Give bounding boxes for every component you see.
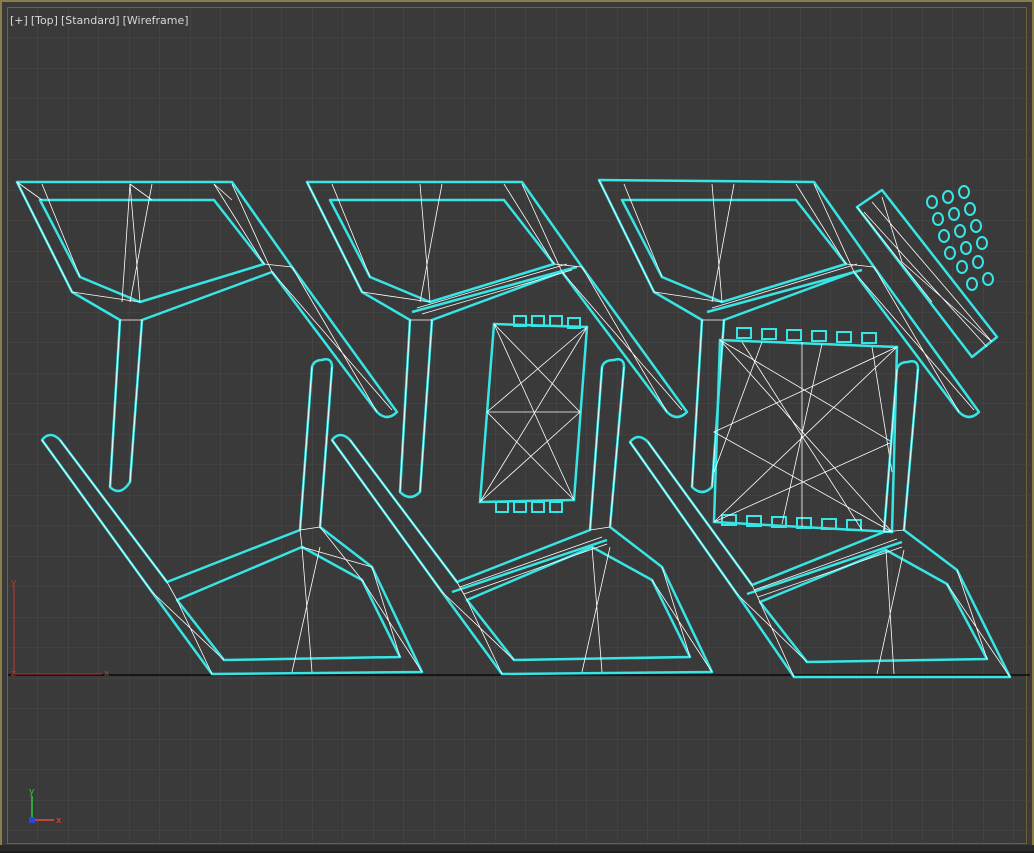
svg-text:x: x (56, 816, 62, 826)
viewport-grid (8, 8, 1030, 847)
grid-z-label: z (11, 669, 16, 679)
viewport-bottom-strip (0, 845, 1034, 851)
grid-y-label: y (11, 578, 17, 588)
viewport-display-mode-menu[interactable]: [Wireframe] (123, 14, 189, 27)
grid-x-label: x (104, 669, 110, 679)
viewport-plus-menu[interactable]: [+] (10, 14, 28, 27)
viewport-shading-menu[interactable]: [Standard] (61, 14, 120, 27)
viewport-label-menu: [+] [Top] [Standard] [Wireframe] (10, 14, 192, 27)
viewport-view-menu[interactable]: [Top] (31, 14, 58, 27)
svg-text:y: y (29, 787, 35, 797)
viewport-frame[interactable]: x y z y x [+] [Top] [Standard] [Wireframe] (0, 0, 1034, 851)
viewport-canvas[interactable]: x y z y x (2, 2, 1034, 853)
